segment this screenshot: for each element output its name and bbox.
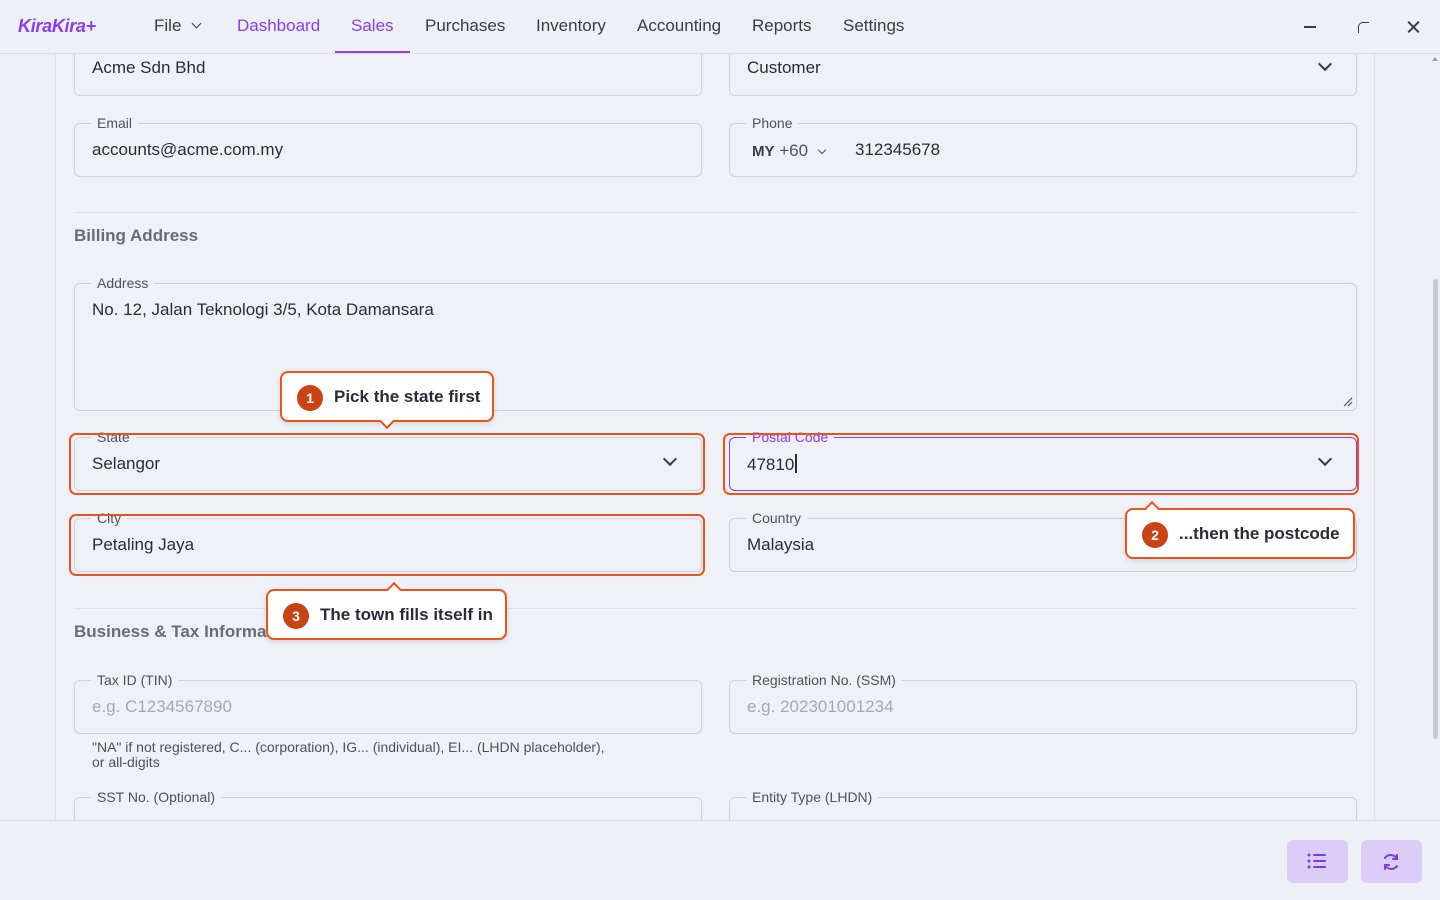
- callout-text: ...then the postcode: [1179, 524, 1340, 543]
- nav-dashboard[interactable]: Dashboard: [237, 16, 320, 36]
- phone-country: MY: [752, 143, 775, 160]
- email-field[interactable]: Email accounts@acme.com.my: [74, 115, 702, 177]
- bottom-bar: [0, 820, 1440, 900]
- file-menu[interactable]: File: [154, 16, 202, 36]
- file-menu-label: File: [154, 16, 182, 35]
- sst-field[interactable]: SST No. (Optional): [74, 789, 702, 820]
- contact-type-select[interactable]: Customer: [729, 54, 1357, 96]
- maximize-icon[interactable]: [1354, 14, 1378, 38]
- chevron-down-icon: [191, 18, 202, 29]
- refresh-button[interactable]: [1361, 840, 1422, 883]
- top-bar: KiraKira+ File Dashboard Sales Purchases…: [0, 0, 1440, 54]
- entity-type-label: Entity Type (LHDN): [746, 789, 879, 805]
- tin-placeholder: e.g. C1234567890: [92, 697, 232, 716]
- address-textarea[interactable]: Address No. 12, Jalan Teknologi 3/5, Kot…: [74, 275, 1357, 411]
- callout-step-3: 3 The town fills itself in: [266, 581, 507, 640]
- refresh-icon: [1384, 854, 1398, 870]
- tin-help-line: or all-digits: [92, 754, 160, 770]
- nav-purchases[interactable]: Purchases: [425, 16, 505, 36]
- chevron-down-icon: [1317, 56, 1333, 72]
- postal-code-highlight: [723, 433, 1359, 495]
- company-name-field[interactable]: Acme Sdn Bhd: [74, 54, 702, 96]
- email-label: Email: [91, 115, 139, 131]
- app-logo: KiraKira+: [18, 16, 96, 36]
- list-view-button[interactable]: [1287, 840, 1348, 883]
- scroll-up-icon[interactable]: [1432, 57, 1438, 61]
- company-name-value: Acme Sdn Bhd: [92, 58, 206, 77]
- phone-country-selector[interactable]: MY +60: [752, 141, 827, 161]
- list-icon: [1307, 853, 1326, 869]
- chevron-down-icon: [817, 145, 827, 155]
- ssm-placeholder: e.g. 202301001234: [747, 697, 894, 716]
- tin-help-line: "NA" if not registered, C... (corporatio…: [92, 739, 605, 755]
- address-label: Address: [91, 275, 155, 291]
- business-tax-title: Business & Tax Informat: [74, 622, 273, 641]
- nav-settings[interactable]: Settings: [843, 16, 904, 36]
- country-label: Country: [746, 510, 808, 526]
- ssm-field[interactable]: Registration No. (SSM) e.g. 202301001234: [729, 672, 1357, 734]
- callout-step-1: 1 Pick the state first: [280, 371, 494, 430]
- ssm-label: Registration No. (SSM): [746, 672, 902, 688]
- step-badge: 2: [1142, 522, 1168, 548]
- callout-step-2: 2 ...then the postcode: [1125, 500, 1355, 559]
- country-value: Malaysia: [747, 535, 815, 554]
- minimize-icon[interactable]: [1300, 14, 1324, 38]
- section-divider: [74, 212, 1357, 213]
- step-badge: 1: [297, 385, 323, 411]
- tin-help-text: "NA" if not registered, C... (corporatio…: [92, 740, 605, 770]
- phone-code: +60: [779, 141, 809, 160]
- nav-accounting[interactable]: Accounting: [637, 16, 721, 36]
- active-tab-indicator: [335, 51, 410, 53]
- callout-text: Pick the state first: [334, 387, 481, 406]
- state-highlight: [69, 433, 705, 495]
- close-icon[interactable]: [1402, 14, 1426, 38]
- sst-label: SST No. (Optional): [91, 789, 222, 805]
- entity-type-select[interactable]: Entity Type (LHDN): [729, 789, 1357, 820]
- tin-label: Tax ID (TIN): [91, 672, 179, 688]
- billing-address-title: Billing Address: [74, 226, 199, 245]
- nav-sales[interactable]: Sales: [351, 16, 394, 36]
- address-value: No. 12, Jalan Teknologi 3/5, Kota Damans…: [92, 300, 434, 319]
- nav-reports[interactable]: Reports: [752, 16, 812, 36]
- tin-field[interactable]: Tax ID (TIN) e.g. C1234567890: [74, 672, 702, 734]
- email-value: accounts@acme.com.my: [92, 140, 284, 159]
- scrollbar[interactable]: [1430, 54, 1440, 820]
- callout-text: The town fills itself in: [320, 605, 493, 624]
- nav-inventory[interactable]: Inventory: [536, 16, 606, 36]
- phone-label: Phone: [746, 115, 799, 131]
- contact-type-value: Customer: [747, 58, 821, 77]
- resize-handle-icon[interactable]: [1343, 397, 1353, 407]
- scroll-thumb[interactable]: [1433, 279, 1438, 739]
- step-badge: 3: [283, 603, 309, 629]
- phone-value: 312345678: [855, 140, 941, 159]
- phone-field[interactable]: Phone MY +60 312345678: [729, 115, 1357, 177]
- city-highlight: [69, 514, 705, 576]
